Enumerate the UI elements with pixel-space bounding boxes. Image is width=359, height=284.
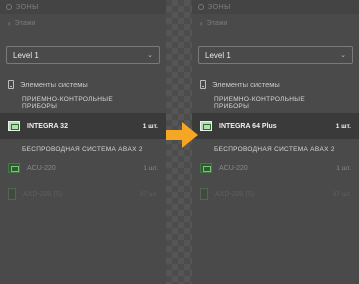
list-item-selected[interactable]: INTEGRA 32 1 шт. xyxy=(0,113,166,139)
section-title: Элементы системы xyxy=(20,79,88,89)
top-title: ЗОНЫ xyxy=(16,3,39,11)
detector-icon xyxy=(8,188,16,200)
zones-icon xyxy=(6,4,12,10)
zones-icon xyxy=(198,4,204,10)
group-title-panels: ПРИЕМНО-КОНТРОЛЬНЫЕ ПРИБОРЫ xyxy=(22,96,113,110)
right-panel: ЗОНЫ ‹ Этажи Level 1 ⌄ Элементы системы … xyxy=(192,0,359,284)
sub-title: Этажи xyxy=(14,19,36,27)
detector-icon xyxy=(200,188,208,200)
section-header: Элементы системы xyxy=(192,76,359,92)
top-bar: ЗОНЫ xyxy=(192,0,359,14)
sub-bar[interactable]: ‹ Этажи xyxy=(192,14,359,32)
item-name: INTEGRA 32 xyxy=(27,122,68,130)
item-qty: 37 шт. xyxy=(139,190,158,198)
chevron-down-icon: ⌄ xyxy=(147,52,153,59)
left-panel: ЗОНЫ ‹ Этажи Level 1 ⌄ Элементы системы … xyxy=(0,0,166,284)
level-select[interactable]: Level 1 ⌄ xyxy=(198,46,353,64)
group-title-panels: ПРИЕМНО-КОНТРОЛЬНЫЕ ПРИБОРЫ xyxy=(214,96,305,110)
item-name: ACU-220 xyxy=(219,164,248,172)
item-qty: 37 шт. xyxy=(332,190,351,198)
level-value: Level 1 xyxy=(13,50,39,60)
chevron-down-icon: ⌄ xyxy=(340,52,346,59)
item-qty: 1 шт. xyxy=(336,164,351,172)
item-qty: 1 шт. xyxy=(142,122,158,130)
item-qty: 1 шт. xyxy=(335,122,351,130)
control-panel-icon xyxy=(8,121,20,131)
list-item[interactable]: AXD-200 (S) 37 шт. xyxy=(192,181,359,207)
comparison-stage: ЗОНЫ ‹ Этажи Level 1 ⌄ Элементы системы … xyxy=(0,0,359,284)
section-header: Элементы системы xyxy=(0,76,166,92)
item-name: AXD-200 (S) xyxy=(23,190,63,198)
item-name: AXD-200 (S) xyxy=(215,190,255,198)
list-item[interactable]: ACU-220 1 шт. xyxy=(0,155,166,181)
device-icon xyxy=(8,79,14,89)
sub-bar[interactable]: ‹ Этажи xyxy=(0,14,166,32)
list-item[interactable]: AXD-200 (S) 37 шт. xyxy=(0,181,166,207)
arrow-right-icon xyxy=(166,122,198,148)
device-icon xyxy=(200,79,206,89)
top-title: ЗОНЫ xyxy=(208,3,231,11)
group-title-wireless: БЕСПРОВОДНАЯ СИСТЕМА ABAX 2 xyxy=(214,145,335,153)
section-title: Элементы системы xyxy=(212,79,280,89)
list-item-selected[interactable]: INTEGRA 64 Plus 1 шт. xyxy=(192,113,359,139)
item-name: INTEGRA 64 Plus xyxy=(219,122,277,130)
level-select[interactable]: Level 1 ⌄ xyxy=(6,46,160,64)
module-icon xyxy=(8,163,20,173)
item-qty: 1 шт. xyxy=(143,164,158,172)
control-panel-icon xyxy=(200,121,212,131)
chevron-left-icon[interactable]: ‹ xyxy=(8,19,11,28)
top-bar: ЗОНЫ xyxy=(0,0,166,14)
list-item[interactable]: ACU-220 1 шт. xyxy=(192,155,359,181)
group-title-wireless: БЕСПРОВОДНАЯ СИСТЕМА ABAX 2 xyxy=(22,145,143,153)
sub-title: Этажи xyxy=(206,19,228,27)
item-name: ACU-220 xyxy=(27,164,56,172)
chevron-left-icon[interactable]: ‹ xyxy=(200,19,203,28)
level-value: Level 1 xyxy=(205,50,231,60)
module-icon xyxy=(200,163,212,173)
